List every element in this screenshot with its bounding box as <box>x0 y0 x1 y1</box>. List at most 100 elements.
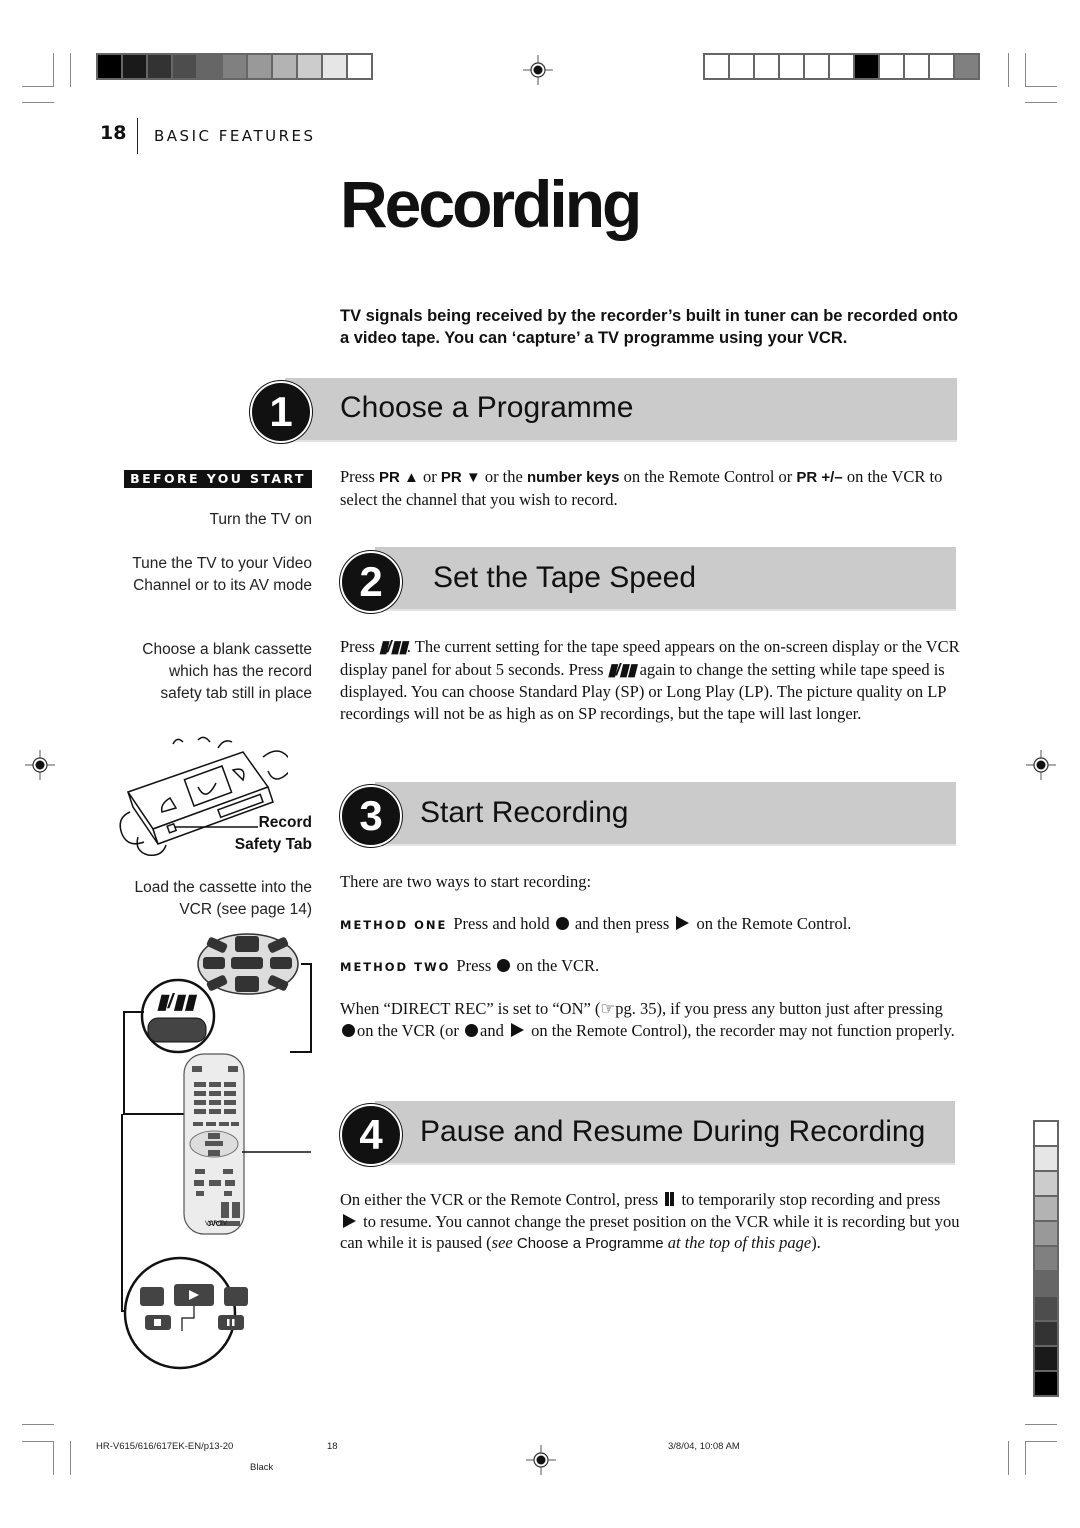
color-swatch <box>223 55 246 78</box>
color-swatch <box>830 55 853 78</box>
step-3-title: Start Recording <box>420 796 629 829</box>
record-icon <box>465 1023 479 1037</box>
crop-mark <box>22 1441 54 1442</box>
direct-rec-note: When “DIRECT REC” is set to “ON” (☞pg. 3… <box>340 999 955 1040</box>
crop-mark <box>22 1424 54 1425</box>
intro-text: TV signals being received by the recorde… <box>340 307 958 347</box>
color-swatch <box>755 55 778 78</box>
play-icon <box>343 1213 356 1228</box>
number-keys: number keys <box>526 469 620 486</box>
crop-mark <box>53 53 54 87</box>
step-4-title: Pause and Resume During Recording <box>420 1115 926 1148</box>
color-bar-top-left <box>96 53 373 80</box>
color-swatch <box>123 55 146 78</box>
crop-mark <box>1025 1424 1057 1425</box>
color-swatch <box>1035 1372 1057 1395</box>
color-swatch <box>880 55 903 78</box>
record-safety-tab-label: Record Safety Tab <box>234 814 312 853</box>
step-2-title: Set the Tape Speed <box>433 561 696 594</box>
color-swatch <box>298 55 321 78</box>
color-swatch <box>1035 1297 1057 1320</box>
color-swatch <box>273 55 296 78</box>
color-swatch <box>1035 1322 1057 1345</box>
step-3-intro: There are two ways to start recording: <box>340 872 592 891</box>
crop-mark <box>1025 53 1026 87</box>
step-4-text: On either the VCR or the Remote Control,… <box>340 1190 960 1253</box>
color-swatch <box>1035 1197 1057 1220</box>
registration-mark-icon <box>25 750 55 780</box>
color-swatch <box>198 55 221 78</box>
color-swatch <box>148 55 171 78</box>
color-swatch <box>1035 1222 1057 1245</box>
color-swatch <box>173 55 196 78</box>
header-divider <box>137 118 138 154</box>
crop-mark <box>70 1441 71 1475</box>
color-swatch <box>705 55 728 78</box>
color-bar-right <box>1033 1120 1059 1397</box>
step-1-number-icon: 1 <box>250 381 312 443</box>
step-3-number-icon: 3 <box>340 785 402 847</box>
crop-mark <box>1025 102 1057 103</box>
color-swatch <box>323 55 346 78</box>
color-bar-top-right <box>703 53 980 80</box>
step-2-number-icon: 2 <box>340 551 402 613</box>
pr-up-key: PR ▲ <box>378 469 419 486</box>
registration-mark-icon <box>523 55 553 85</box>
pr-down-key: PR ▼ <box>440 469 481 486</box>
crop-mark <box>1025 1441 1026 1475</box>
crop-mark <box>1008 1441 1009 1475</box>
load-cassette-text: Load the cassette into the VCR (see page… <box>134 879 312 918</box>
step-4-number-icon: 4 <box>340 1104 402 1166</box>
color-swatch <box>1035 1172 1057 1195</box>
tape-speed-icon: ▮/▮▮ <box>378 638 408 656</box>
color-swatch <box>955 55 978 78</box>
color-swatch <box>905 55 928 78</box>
cross-reference-link[interactable]: Choose a Programme <box>517 1235 664 1252</box>
method-two-label: METHOD TWO <box>340 960 451 974</box>
crop-mark <box>1025 1441 1057 1442</box>
tape-speed-icon: ▮/▮▮ <box>607 660 637 679</box>
page-number: 18 <box>100 122 127 144</box>
play-icon <box>676 916 690 930</box>
method-one: METHOD ONE Press and hold and then press … <box>340 914 852 933</box>
crop-mark <box>1025 86 1057 87</box>
sidebar-item: Choose a blank cassette which has the re… <box>142 641 312 702</box>
color-swatch <box>930 55 953 78</box>
sidebar-item: Tune the TV to your Video Channel or to … <box>132 555 312 594</box>
step-2-text: Press ▮/▮▮. The current setting for the … <box>340 637 960 724</box>
record-icon <box>342 1023 355 1037</box>
page-title: Recording <box>340 167 642 241</box>
crop-mark <box>1008 53 1009 87</box>
before-you-start-badge: BEFORE YOU START <box>124 470 312 488</box>
crop-mark <box>22 86 54 87</box>
color-swatch <box>730 55 753 78</box>
method-two: METHOD TWO Press on the VCR. <box>340 956 600 975</box>
registration-mark-icon <box>1026 750 1056 780</box>
pr-plus-minus-key: PR +/– <box>796 469 843 486</box>
color-swatch <box>805 55 828 78</box>
color-swatch <box>855 55 878 78</box>
step-1-title: Choose a Programme <box>340 391 634 424</box>
color-swatch <box>248 55 271 78</box>
color-swatch <box>1035 1147 1057 1170</box>
color-swatch <box>98 55 121 78</box>
color-swatch <box>1035 1122 1057 1145</box>
record-icon <box>555 917 569 930</box>
step-1-text: Press PR ▲ or PR ▼ or the number keys on… <box>340 467 943 509</box>
color-swatch <box>348 55 371 78</box>
section-name: BASIC FEATURES <box>154 127 316 145</box>
sidebar-item: Turn the TV on <box>209 511 312 528</box>
footer-date: 3/8/04, 10:08 AM <box>668 1441 740 1452</box>
registration-mark-icon <box>526 1445 556 1475</box>
color-swatch <box>1035 1347 1057 1370</box>
method-one-label: METHOD ONE <box>340 918 448 932</box>
svg-text:▮/▮▮: ▮/▮▮ <box>157 991 198 1013</box>
remote-model-label: VCR/TV <box>205 1221 228 1227</box>
color-swatch <box>1035 1272 1057 1295</box>
color-swatch <box>1035 1247 1057 1270</box>
crop-mark <box>53 1441 54 1475</box>
footer-plate: Black <box>250 1462 274 1473</box>
color-swatch <box>780 55 803 78</box>
play-icon <box>510 1022 524 1037</box>
remote-control-diagram: ▮/▮▮ JVC <box>121 933 312 1370</box>
